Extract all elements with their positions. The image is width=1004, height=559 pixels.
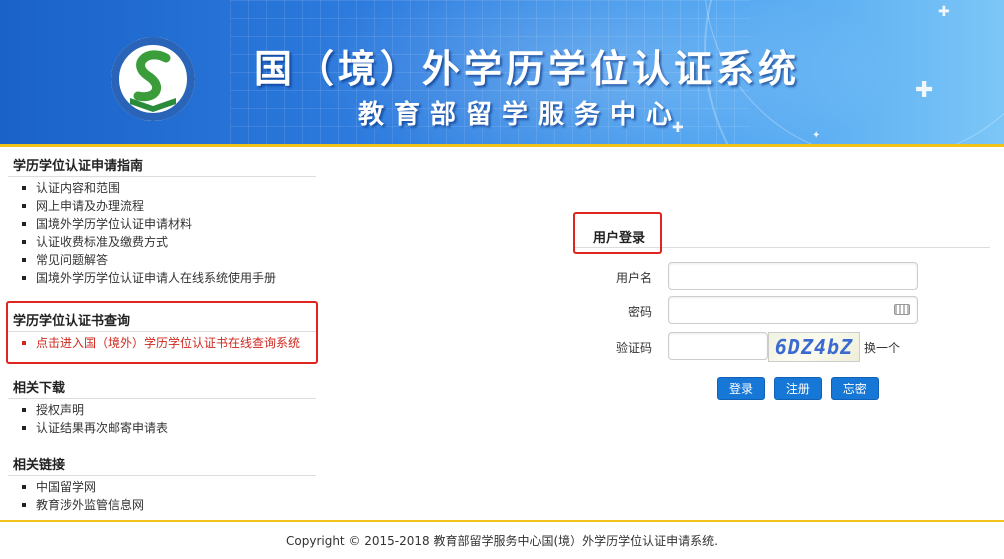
captcha-label: 验证码 xyxy=(615,341,652,355)
sparkle-icon: ✚ xyxy=(915,78,934,103)
links-list: 中国留学网 教育涉外监管信息网 xyxy=(8,478,316,514)
keyboard-icon[interactable] xyxy=(894,304,910,315)
links-section: 相关链接 中国留学网 教育涉外监管信息网 xyxy=(8,451,316,514)
query-section: 学历学位认证书查询 点击进入国（境外）学历学位认证书在线查询系统 xyxy=(6,301,318,364)
banner-divider xyxy=(0,144,1004,147)
login-button[interactable]: 登录 xyxy=(717,377,766,400)
guide-link-faq[interactable]: 常见问题解答 xyxy=(18,251,316,269)
guide-list: 认证内容和范围 网上申请及办理流程 国境外学历学位认证申请材料 认证收费标准及缴… xyxy=(8,179,316,287)
captcha-image[interactable]: 6DZ4bZ xyxy=(768,332,860,362)
guide-section: 学历学位认证申请指南 认证内容和范围 网上申请及办理流程 国境外学历学位认证申请… xyxy=(8,152,316,287)
password-input[interactable] xyxy=(668,296,918,324)
downloads-heading: 相关下载 xyxy=(8,374,316,399)
link-cscse[interactable]: 中国留学网 xyxy=(18,478,316,496)
header-banner: 国（境）外学历学位认证系统 教育部留学服务中心 ✚ ✚ ✚ ✦ xyxy=(0,0,1004,144)
username-label: 用户名 xyxy=(615,271,652,285)
captcha-row: 验证码 6DZ4bZ 换一个 xyxy=(600,332,920,362)
register-button[interactable]: 注册 xyxy=(773,377,822,400)
sidebar: 学历学位认证申请指南 认证内容和范围 网上申请及办理流程 国境外学历学位认证申请… xyxy=(6,152,318,528)
guide-link-fees[interactable]: 认证收费标准及缴费方式 xyxy=(18,233,316,251)
system-subtitle: 教育部留学服务中心 xyxy=(358,100,683,130)
login-title: 用户登录 xyxy=(593,231,646,246)
username-row: 用户名 xyxy=(600,262,920,292)
guide-link-materials[interactable]: 国境外学历学位认证申请材料 xyxy=(18,215,316,233)
downloads-section: 相关下载 授权声明 认证结果再次邮寄申请表 xyxy=(8,374,316,437)
query-heading: 学历学位认证书查询 xyxy=(8,307,316,332)
captcha-input[interactable] xyxy=(668,332,768,360)
logo-icon xyxy=(111,37,195,121)
forgot-password-button[interactable]: 忘密 xyxy=(830,377,879,400)
download-link-remail-form[interactable]: 认证结果再次邮寄申请表 xyxy=(18,419,316,437)
guide-link-manual[interactable]: 国境外学历学位认证申请人在线系统使用手册 xyxy=(18,269,316,287)
query-list: 点击进入国（境外）学历学位认证书在线查询系统 xyxy=(8,334,316,352)
footer-copyright: Copyright © 2015-2018 教育部留学服务中心国(境）外学历学位… xyxy=(286,534,718,548)
password-label: 密码 xyxy=(627,305,652,319)
login-header: 用户登录 xyxy=(573,212,990,254)
username-input[interactable] xyxy=(668,262,918,290)
password-row: 密码 xyxy=(600,296,920,326)
guide-heading: 学历学位认证申请指南 xyxy=(8,152,316,177)
sparkle-icon: ✚ xyxy=(938,4,950,20)
login-buttons: 登录 注册 忘密 xyxy=(717,377,884,400)
sparkle-icon: ✦ xyxy=(812,130,821,141)
link-jsj[interactable]: 教育涉外监管信息网 xyxy=(18,496,316,514)
guide-link-process[interactable]: 网上申请及办理流程 xyxy=(18,197,316,215)
captcha-refresh-link[interactable]: 换一个 xyxy=(864,339,900,356)
sparkle-icon: ✚ xyxy=(672,120,684,136)
downloads-list: 授权声明 认证结果再次邮寄申请表 xyxy=(8,401,316,437)
footer-divider xyxy=(0,520,1004,522)
system-title: 国（境）外学历学位认证系统 xyxy=(254,46,801,91)
guide-link-scope[interactable]: 认证内容和范围 xyxy=(18,179,316,197)
links-heading: 相关链接 xyxy=(8,451,316,476)
download-link-authorization[interactable]: 授权声明 xyxy=(18,401,316,419)
query-link-online[interactable]: 点击进入国（境外）学历学位认证书在线查询系统 xyxy=(18,334,316,352)
